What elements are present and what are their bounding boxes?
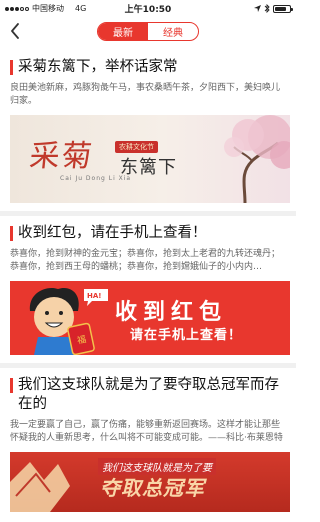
carrier-label: 中国移动 (32, 4, 64, 13)
banner-headline: 夺取总冠军 (100, 476, 205, 500)
signal-icon (5, 6, 29, 11)
article-banner: 采菊 农耕文化节 东篱下 Cai Ju Dong Li Xia (10, 115, 290, 203)
segmented-control: 最新 经典 (97, 22, 199, 41)
article-title: 我们这支球队就是为了要夺取总冠军而存在的 (10, 368, 290, 414)
article-list: 采菊东篱下，举杯话家常 良田美池新麻，鸡豚狗彘午马，事农桑晒午茶，夕阳西下，美妇… (0, 50, 296, 522)
paper-cut-decoration (10, 462, 70, 512)
banner-headline: 采菊 (27, 139, 96, 174)
banner-pinyin: Cai Ju Dong Li Xia (60, 175, 132, 182)
article-item[interactable]: 收到红包，请在手机上查看！ 恭喜你，抢到财神的金元宝；恭喜你，抢到太上老君的九转… (0, 216, 296, 368)
bluetooth-icon (264, 4, 270, 13)
network-label: 4G (75, 4, 87, 13)
article-title-text: 收到红包，请在手机上查看！ (18, 225, 207, 241)
article-banner: 福 HA! 收到红包 请在手机上查看！ (10, 281, 290, 355)
status-bar: 中国移动 4G 上午10:50 (0, 0, 296, 17)
banner-headline: 收到红包 (115, 300, 228, 325)
article-title: 收到红包，请在手机上查看！ (10, 216, 290, 243)
banner-subtitle: 请在手机上查看！ (130, 328, 243, 343)
tab-latest[interactable]: 最新 (98, 23, 148, 40)
article-title-text: 我们这支球队就是为了要夺取总冠军而存在的 (18, 377, 279, 412)
speech-bubble-icon: HA! (84, 289, 108, 306)
svg-text:HA!: HA! (87, 292, 101, 300)
article-banner: 我们这支球队就是为了要 夺取总冠军 (10, 452, 290, 512)
article-desc: 恭喜你，抢到财神的金元宝；恭喜你，抢到太上老君的九转还魂丹；恭喜你，抢到西王母的… (10, 249, 281, 272)
location-icon (254, 4, 261, 12)
article-title-text: 采菊东篱下，举杯话家常 (18, 59, 178, 75)
status-left: 中国移动 4G (5, 3, 86, 14)
back-button[interactable] (4, 20, 26, 42)
nav-bar: 最新 经典 (0, 17, 296, 46)
chevron-left-icon (11, 23, 19, 39)
tab-classic[interactable]: 经典 (148, 23, 198, 40)
article-title: 采菊东篱下，举杯话家常 (10, 50, 290, 77)
article-desc: 良田美池新麻，鸡豚狗彘午马，事农桑晒午茶，夕阳西下，美妇唤儿归家。 (10, 83, 281, 106)
title-accent-bar (10, 378, 13, 393)
plum-blossom-tree-illustration (224, 115, 290, 203)
article-item[interactable]: 我们这支球队就是为了要夺取总冠军而存在的 我一定要赢了自己，赢了伤痛，能够重新返… (0, 368, 296, 512)
article-item[interactable]: 采菊东篱下，举杯话家常 良田美池新麻，鸡豚狗彘午马，事农桑晒午茶，夕阳西下，美妇… (0, 50, 296, 216)
article-desc: 我一定要赢了自己，赢了伤痛，能够重新返回赛场。这样才能让那些怀疑我的人重新思考，… (10, 420, 283, 443)
battery-icon (273, 4, 293, 13)
banner-stamp: 农耕文化节 (115, 141, 158, 153)
title-accent-bar (10, 60, 13, 75)
status-right (254, 4, 293, 13)
title-accent-bar (10, 226, 13, 241)
